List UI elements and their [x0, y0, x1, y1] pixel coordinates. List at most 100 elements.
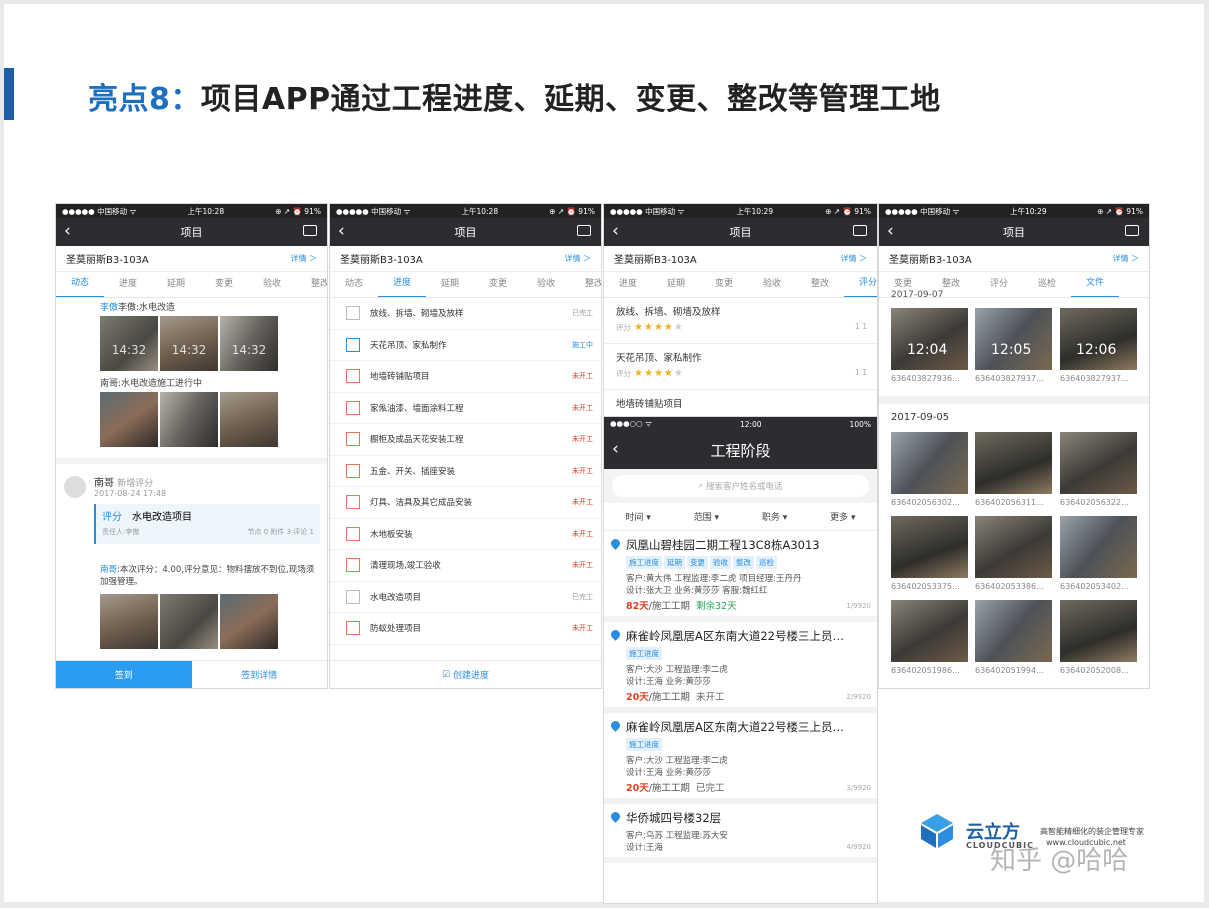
file-thumbnail[interactable]: 12:04 — [891, 308, 968, 370]
tab-rectify[interactable]: 整改 — [296, 272, 327, 297]
checkbox[interactable] — [346, 337, 360, 352]
project-card[interactable]: 麻雀岭凤凰居A区东南大道22号楼三上员… 施工进度 客户:大沙 工程监理:李二虎 设计… — [604, 713, 877, 804]
tab-rectify[interactable]: 整改 — [570, 272, 601, 297]
progress-row[interactable]: 地墙砖铺贴项目 未开工 — [330, 361, 601, 393]
project-header[interactable]: 圣莫丽斯B3-103A 详情 ＞ — [330, 246, 601, 272]
filter-time[interactable]: 时间 ▾ — [625, 510, 650, 523]
status-tag[interactable]: 施工进度 — [626, 738, 662, 751]
message-icon[interactable] — [577, 225, 591, 236]
status-tag[interactable]: 巡检 — [756, 556, 777, 569]
file-thumbnail[interactable]: 12:06 — [1060, 308, 1137, 370]
back-icon[interactable]: ‹ — [64, 221, 71, 241]
project-header[interactable]: 圣莫丽斯B3-103A 详情 ＞ — [604, 246, 877, 272]
tab-progress[interactable]: 进度 — [378, 272, 426, 297]
avatar[interactable] — [64, 476, 86, 498]
tab-delay[interactable]: 延期 — [426, 272, 474, 297]
progress-row[interactable]: 清理现场,竣工验收 未开工 — [330, 550, 601, 582]
checkbox[interactable] — [346, 558, 360, 573]
checkbox[interactable] — [346, 369, 360, 384]
site-photo[interactable] — [160, 594, 218, 649]
detail-link[interactable]: 详情 ＞ — [564, 253, 591, 264]
site-photo[interactable]: 14:32 — [220, 316, 278, 371]
search-input[interactable]: ⌕ 搜索客户姓名或电话 — [612, 475, 869, 497]
file-thumbnail[interactable] — [975, 600, 1052, 662]
tab-acceptance[interactable]: 验收 — [248, 272, 296, 297]
score-item[interactable]: 天花吊顶、家私制作 评分 ★★★★★ 1 1 — [604, 344, 877, 390]
tab-progress[interactable]: 进度 — [104, 272, 152, 297]
detail-link[interactable]: 详情 ＞ — [1112, 253, 1139, 264]
checkbox[interactable] — [346, 400, 360, 415]
progress-row[interactable]: 橱柜及成品天花安装工程 未开工 — [330, 424, 601, 456]
back-icon[interactable]: ‹ — [338, 221, 345, 241]
checkbox[interactable] — [346, 306, 360, 321]
tab-change[interactable]: 变更 — [700, 272, 748, 297]
tab-score[interactable]: 评分 — [975, 272, 1023, 297]
progress-row[interactable]: 防蚁处理项目 未开工 — [330, 613, 601, 645]
file-thumbnail[interactable] — [891, 432, 968, 494]
file-thumbnail[interactable] — [975, 516, 1052, 578]
tab-delay[interactable]: 延期 — [152, 272, 200, 297]
site-photo[interactable] — [100, 392, 158, 447]
checkbox[interactable] — [346, 432, 360, 447]
progress-row[interactable]: 家俬油漆、墙面涂料工程 未开工 — [330, 393, 601, 424]
progress-row[interactable]: 水电改造项目 已完工 — [330, 582, 601, 613]
detail-link[interactable]: 详情 ＞ — [840, 253, 867, 264]
site-photo[interactable] — [220, 594, 278, 649]
project-card[interactable]: 凤凰山碧桂园二期工程13C8栋A3013 施工进度 延期 变更 验收 整改 巡检 客户:黄大伟… — [604, 531, 877, 622]
site-photo[interactable] — [160, 392, 218, 447]
file-thumbnail[interactable]: 12:05 — [975, 308, 1052, 370]
file-thumbnail[interactable] — [975, 432, 1052, 494]
tab-rectify[interactable]: 整改 — [796, 272, 844, 297]
project-card[interactable]: 麻雀岭凤凰居A区东南大道22号楼三上员… 施工进度 客户:大沙 工程监理:李二虎 设计… — [604, 622, 877, 713]
filter-scope[interactable]: 范围 ▾ — [694, 510, 719, 523]
progress-row[interactable]: 五金、开关、插座安装 未开工 — [330, 456, 601, 487]
status-tag[interactable]: 变更 — [687, 556, 708, 569]
file-thumbnail[interactable] — [1060, 600, 1137, 662]
tab-acceptance[interactable]: 验收 — [522, 272, 570, 297]
status-tag[interactable]: 验收 — [710, 556, 731, 569]
checkbox[interactable] — [346, 495, 360, 510]
message-icon[interactable] — [853, 225, 867, 236]
site-photo[interactable]: 14:32 — [100, 316, 158, 371]
progress-row[interactable]: 放线、拆墙、砌墙及放样 已完工 — [330, 298, 601, 330]
checkbox[interactable] — [346, 589, 360, 604]
tab-change[interactable]: 变更 — [200, 272, 248, 297]
back-icon[interactable]: ‹ — [887, 221, 894, 241]
tab-inspection[interactable]: 巡检 — [1023, 272, 1071, 297]
message-icon[interactable] — [303, 225, 317, 236]
file-thumbnail[interactable] — [891, 516, 968, 578]
project-header[interactable]: 圣莫丽斯B3-103A 详情 ＞ — [879, 246, 1149, 272]
site-photo[interactable] — [100, 594, 158, 649]
file-thumbnail[interactable] — [1060, 516, 1137, 578]
checkbox[interactable] — [346, 526, 360, 541]
file-thumbnail[interactable] — [1060, 432, 1137, 494]
tab-acceptance[interactable]: 验收 — [748, 272, 796, 297]
project-header[interactable]: 圣莫丽斯B3-103A 详情 ＞ — [56, 246, 327, 272]
signin-detail-button[interactable]: 签到详情 — [192, 661, 328, 688]
create-progress-button[interactable]: ☑ 创建进度 — [330, 660, 601, 688]
tab-feed[interactable]: 动态 — [56, 272, 104, 297]
tab-progress[interactable]: 进度 — [604, 272, 652, 297]
project-card[interactable]: 华侨城四号楼32层 客户:乌苏 工程监理:苏大安 设计:王海 4/9920 — [604, 804, 877, 863]
rating-card[interactable]: 评分 水电改造项目 责任人:李傲 节点 0 附件 3 评论 1 — [94, 504, 320, 544]
score-item[interactable]: 放线、拆墙、砌墙及放样 评分 ★★★★★ 1 1 — [604, 298, 877, 344]
signin-button[interactable]: 签到 — [56, 661, 192, 688]
message-icon[interactable] — [1125, 225, 1139, 236]
tab-feed[interactable]: 动态 — [330, 272, 378, 297]
status-tag[interactable]: 延期 — [664, 556, 685, 569]
site-photo[interactable]: 14:32 — [160, 316, 218, 371]
progress-row[interactable]: 灯具、洁具及其它成品安装 未开工 — [330, 487, 601, 519]
tab-files[interactable]: 文件 — [1071, 272, 1119, 297]
status-tag[interactable]: 施工进度 — [626, 647, 662, 660]
tab-score[interactable]: 评分 — [844, 272, 877, 297]
status-tag[interactable]: 整改 — [733, 556, 754, 569]
file-thumbnail[interactable] — [891, 600, 968, 662]
status-tag[interactable]: 施工进度 — [626, 556, 662, 569]
site-photo[interactable] — [220, 392, 278, 447]
back-icon[interactable]: ‹ — [612, 221, 619, 241]
filter-role[interactable]: 职务 ▾ — [762, 510, 787, 523]
progress-row[interactable]: 木地板安装 未开工 — [330, 519, 601, 550]
detail-link[interactable]: 详情 ＞ — [290, 253, 317, 264]
tab-change[interactable]: 变更 — [474, 272, 522, 297]
checkbox[interactable] — [346, 463, 360, 478]
